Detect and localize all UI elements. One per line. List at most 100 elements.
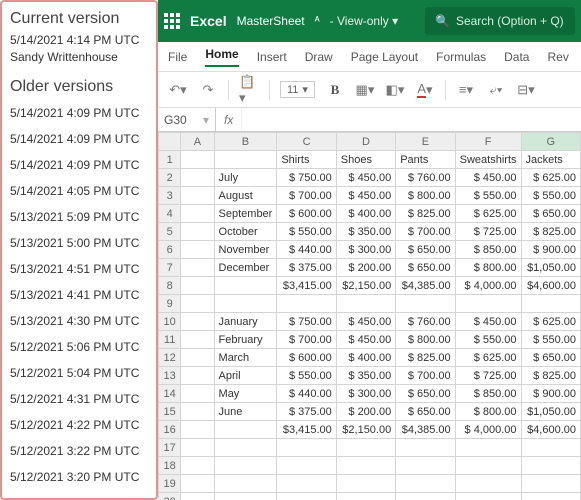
cell[interactable]: $ 550.00 bbox=[277, 223, 336, 241]
cell[interactable] bbox=[455, 493, 521, 500]
cell[interactable]: $ 550.00 bbox=[455, 331, 521, 349]
undo-button[interactable]: ↶▾ bbox=[168, 80, 188, 100]
column-header[interactable]: C bbox=[277, 133, 336, 151]
row-header[interactable]: 18 bbox=[159, 457, 181, 475]
cell[interactable]: $ 650.00 bbox=[396, 385, 455, 403]
cell[interactable]: Jackets bbox=[521, 151, 580, 169]
cell[interactable]: $ 750.00 bbox=[277, 169, 336, 187]
redo-button[interactable]: ↷ bbox=[198, 80, 218, 100]
cell[interactable]: $ 850.00 bbox=[455, 241, 521, 259]
cell[interactable] bbox=[521, 457, 580, 475]
cell[interactable]: $ 650.00 bbox=[521, 349, 580, 367]
cell[interactable] bbox=[336, 295, 395, 313]
cell[interactable]: $ 600.00 bbox=[277, 349, 336, 367]
cell[interactable]: $ 800.00 bbox=[396, 187, 455, 205]
cell[interactable] bbox=[521, 475, 580, 493]
cell[interactable]: $ 650.00 bbox=[396, 259, 455, 277]
version-history-item[interactable]: 5/12/2021 5:04 PM UTC bbox=[4, 360, 154, 386]
cell[interactable] bbox=[396, 493, 455, 500]
cell[interactable] bbox=[336, 475, 395, 493]
version-history-item[interactable]: 5/14/2021 4:09 PM UTC bbox=[4, 152, 154, 178]
version-history-item[interactable]: 5/14/2021 4:05 PM UTC bbox=[4, 178, 154, 204]
row-header[interactable]: 19 bbox=[159, 475, 181, 493]
column-header[interactable]: B bbox=[214, 133, 277, 151]
cell[interactable]: $ 450.00 bbox=[455, 169, 521, 187]
cell[interactable]: $ 825.00 bbox=[396, 205, 455, 223]
cell[interactable]: $ 850.00 bbox=[455, 385, 521, 403]
cell[interactable] bbox=[181, 439, 214, 457]
cell[interactable] bbox=[336, 493, 395, 500]
tab-formulas[interactable]: Formulas bbox=[436, 50, 486, 64]
cell[interactable]: $ 440.00 bbox=[277, 385, 336, 403]
cell[interactable]: Sweatshirts bbox=[455, 151, 521, 169]
cell[interactable]: $ 650.00 bbox=[396, 241, 455, 259]
cell[interactable] bbox=[181, 349, 214, 367]
cell[interactable]: $ 625.00 bbox=[455, 349, 521, 367]
cell[interactable] bbox=[181, 403, 214, 421]
version-history-item[interactable]: 5/13/2021 5:00 PM UTC bbox=[4, 230, 154, 256]
row-header[interactable]: 13 bbox=[159, 367, 181, 385]
cell[interactable]: $ 625.00 bbox=[455, 205, 521, 223]
cell[interactable]: $ 400.00 bbox=[336, 205, 395, 223]
cell[interactable]: $4,600.00 bbox=[521, 421, 580, 439]
cell[interactable] bbox=[214, 151, 277, 169]
cell[interactable]: $ 625.00 bbox=[521, 169, 580, 187]
wrap-text-button[interactable]: ⤶▾ bbox=[486, 80, 506, 100]
cell[interactable] bbox=[181, 151, 214, 169]
row-header[interactable]: 1 bbox=[159, 151, 181, 169]
cell[interactable] bbox=[181, 421, 214, 439]
cell[interactable]: Pants bbox=[396, 151, 455, 169]
column-header[interactable]: E bbox=[396, 133, 455, 151]
cell[interactable]: $4,385.00 bbox=[396, 277, 455, 295]
bold-button[interactable]: B bbox=[325, 80, 345, 100]
cell[interactable]: $ 700.00 bbox=[396, 223, 455, 241]
cell[interactable]: $ 200.00 bbox=[336, 259, 395, 277]
cell[interactable]: $ 300.00 bbox=[336, 241, 395, 259]
font-size-selector[interactable]: 11▾ bbox=[280, 81, 315, 98]
cell[interactable]: $ 450.00 bbox=[336, 187, 395, 205]
select-all-corner[interactable] bbox=[159, 133, 181, 151]
cell[interactable]: $3,415.00 bbox=[277, 277, 336, 295]
current-version-item[interactable]: 5/14/2021 4:14 PM UTC Sandy Writtenhouse bbox=[4, 32, 154, 74]
row-header[interactable]: 6 bbox=[159, 241, 181, 259]
tab-rev[interactable]: Rev bbox=[547, 50, 568, 64]
cell[interactable] bbox=[521, 439, 580, 457]
search-input[interactable]: 🔍 Search (Option + Q) bbox=[425, 7, 575, 35]
tab-page-layout[interactable]: Page Layout bbox=[351, 50, 418, 64]
version-history-item[interactable]: 5/12/2021 3:19 PM UTC bbox=[4, 490, 154, 500]
cell[interactable] bbox=[181, 475, 214, 493]
cell[interactable]: $ 760.00 bbox=[396, 313, 455, 331]
cell[interactable]: May bbox=[214, 385, 277, 403]
cell[interactable]: $ 200.00 bbox=[336, 403, 395, 421]
cell[interactable] bbox=[336, 457, 395, 475]
tab-insert[interactable]: Insert bbox=[257, 50, 287, 64]
tab-data[interactable]: Data bbox=[504, 50, 529, 64]
cell[interactable] bbox=[214, 295, 277, 313]
cell[interactable] bbox=[455, 457, 521, 475]
cell[interactable] bbox=[181, 223, 214, 241]
cell[interactable]: $ 4,000.00 bbox=[455, 277, 521, 295]
version-history-item[interactable]: 5/12/2021 4:31 PM UTC bbox=[4, 386, 154, 412]
cell[interactable]: $1,050.00 bbox=[521, 403, 580, 421]
cell[interactable]: $ 725.00 bbox=[455, 367, 521, 385]
cell[interactable] bbox=[396, 295, 455, 313]
cell[interactable]: $ 760.00 bbox=[396, 169, 455, 187]
paste-button[interactable]: 📋▾ bbox=[239, 80, 259, 100]
cell[interactable] bbox=[277, 475, 336, 493]
cell[interactable]: $ 750.00 bbox=[277, 313, 336, 331]
cell[interactable]: $ 450.00 bbox=[455, 313, 521, 331]
column-header[interactable]: A bbox=[181, 133, 214, 151]
cell[interactable] bbox=[521, 493, 580, 500]
cell[interactable]: September bbox=[214, 205, 277, 223]
version-history-item[interactable]: 5/13/2021 4:51 PM UTC bbox=[4, 256, 154, 282]
cell[interactable]: April bbox=[214, 367, 277, 385]
cell[interactable]: $ 550.00 bbox=[455, 187, 521, 205]
tab-file[interactable]: File bbox=[168, 50, 187, 64]
row-header[interactable]: 15 bbox=[159, 403, 181, 421]
cell[interactable] bbox=[181, 259, 214, 277]
cell[interactable]: $ 440.00 bbox=[277, 241, 336, 259]
cell[interactable] bbox=[181, 187, 214, 205]
cell[interactable]: $ 625.00 bbox=[521, 313, 580, 331]
merge-button[interactable]: ⊟▾ bbox=[516, 80, 536, 100]
cell[interactable]: January bbox=[214, 313, 277, 331]
